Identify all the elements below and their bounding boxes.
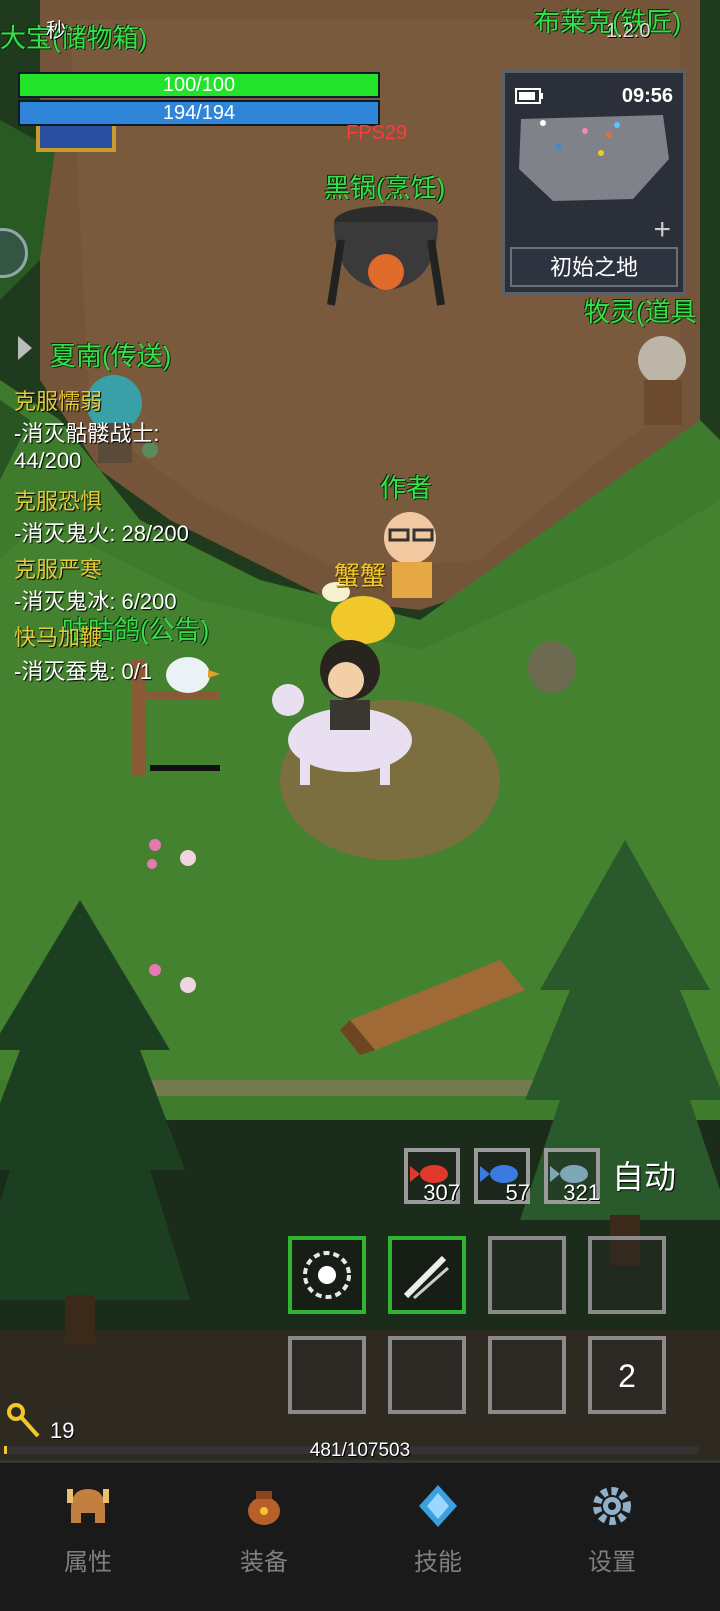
hud-small-text: 秒 bbox=[46, 20, 66, 42]
bottom-nav: 属性 装备 技能 设置 bbox=[0, 1460, 720, 1611]
mp-bar: 194/194 bbox=[18, 100, 380, 126]
battery-icon bbox=[515, 88, 543, 104]
mp-text: 194/194 bbox=[162, 102, 236, 124]
npc-label-items: 牧灵(道具 bbox=[584, 297, 697, 327]
skill-slot-4[interactable] bbox=[588, 1236, 666, 1314]
skill-slot-page-number: 2 bbox=[618, 1358, 636, 1394]
quest-title: 克服恐惧 bbox=[14, 489, 103, 514]
version-label: 1.2.0 bbox=[606, 20, 651, 42]
cooking-pot[interactable] bbox=[326, 200, 446, 310]
consumable-count: 57 bbox=[505, 1180, 530, 1205]
auto-button[interactable]: 自动 bbox=[612, 1152, 676, 1198]
clock: 09:56 bbox=[621, 85, 673, 107]
skill-slot-6[interactable] bbox=[388, 1336, 466, 1414]
fallen-log bbox=[340, 960, 525, 1055]
burst-skill-icon bbox=[303, 1251, 351, 1299]
key-icon bbox=[7, 1403, 40, 1438]
minimap[interactable]: 09:56 + 初始之地 bbox=[502, 70, 686, 295]
nav-label: 属性 bbox=[64, 1549, 112, 1576]
skill-slot-8[interactable]: 2 bbox=[588, 1336, 666, 1414]
quest-objective: -消灭鬼火: 28/200 bbox=[14, 521, 189, 546]
quest-progress: 44/200 bbox=[14, 448, 82, 473]
consumable-count: 307 bbox=[423, 1180, 460, 1205]
consumable-slot-red-fish[interactable]: 307 bbox=[404, 1148, 460, 1205]
quest-collapse-icon[interactable] bbox=[18, 336, 32, 360]
flowers bbox=[147, 839, 196, 869]
npc-label-cook: 黑锅(烹饪) bbox=[324, 173, 446, 203]
pet-name-label: 蟹蟹 bbox=[334, 561, 387, 591]
npc-items-sprite[interactable] bbox=[622, 330, 702, 430]
minimap-expand-button[interactable]: + bbox=[653, 215, 671, 245]
quest-objective: -消灭骷髅战士: bbox=[14, 421, 160, 446]
crystal-icon bbox=[419, 1485, 457, 1527]
skill-slot-2[interactable] bbox=[388, 1236, 466, 1314]
pine-tree-right bbox=[520, 840, 720, 1265]
nav-equipment[interactable]: 装备 bbox=[204, 1483, 324, 1577]
npc-label-teleport: 夏南(传送) bbox=[50, 341, 172, 371]
nav-skills[interactable]: 技能 bbox=[378, 1483, 498, 1577]
quest-title: 快马加鞭 bbox=[14, 625, 103, 650]
nav-label: 技能 bbox=[414, 1549, 462, 1576]
rock bbox=[528, 641, 576, 693]
quest-title: 克服严寒 bbox=[14, 557, 103, 582]
consumable-slot-blue-fish[interactable]: 57 bbox=[474, 1148, 530, 1205]
quest-objective: -消灭鬼冰: 6/200 bbox=[14, 589, 177, 614]
quest-objective: -消灭蚕鬼: 0/1 bbox=[14, 659, 153, 684]
nav-attributes[interactable]: 属性 bbox=[28, 1483, 148, 1577]
nav-label: 装备 bbox=[240, 1549, 288, 1576]
flowers bbox=[149, 964, 196, 993]
consumable-slot-grey-fish[interactable]: 321 bbox=[544, 1148, 600, 1205]
nav-settings[interactable]: 设置 bbox=[552, 1483, 672, 1577]
player-on-horse[interactable] bbox=[270, 630, 420, 790]
minimap-area bbox=[519, 115, 669, 201]
skill-slot-7[interactable] bbox=[488, 1336, 566, 1414]
hp-bar: 100/100 bbox=[18, 72, 380, 98]
exp-text: 481/107503 bbox=[309, 1440, 411, 1461]
skill-slot-1[interactable] bbox=[288, 1236, 366, 1314]
hp-text: 100/100 bbox=[162, 74, 236, 96]
npc-label-storage: 大宝(储物箱) bbox=[0, 23, 148, 53]
gear-icon bbox=[593, 1487, 631, 1525]
npc-label-author: 作者 bbox=[380, 473, 433, 503]
slash-skill-icon bbox=[403, 1255, 449, 1300]
skill-slot-3[interactable] bbox=[488, 1236, 566, 1314]
helmet-icon bbox=[67, 1489, 109, 1523]
bag-icon bbox=[248, 1491, 280, 1525]
fps-counter: FPS29 bbox=[346, 122, 408, 144]
skill-slot-5[interactable] bbox=[288, 1336, 366, 1414]
quest-title: 克服懦弱 bbox=[14, 389, 103, 414]
nav-label: 设置 bbox=[588, 1549, 636, 1576]
zone-name: 初始之地 bbox=[510, 247, 678, 287]
consumable-count: 321 bbox=[563, 1180, 600, 1205]
